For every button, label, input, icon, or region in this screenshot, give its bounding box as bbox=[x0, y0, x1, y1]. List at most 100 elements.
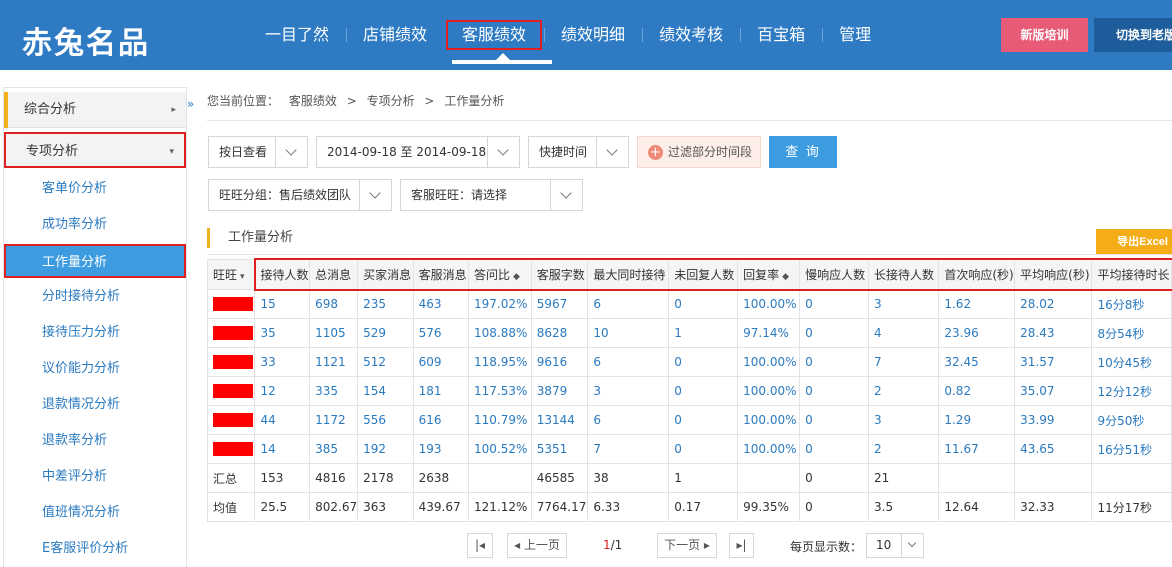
table-cell[interactable]: 7 bbox=[868, 347, 940, 377]
table-cell[interactable]: 118.95% bbox=[468, 347, 532, 377]
next-page-button[interactable]: 下一页 ▸ bbox=[657, 533, 717, 558]
table-cell[interactable]: 100.00% bbox=[737, 289, 801, 319]
group-select[interactable]: 旺旺分组：售后绩效团队 bbox=[208, 179, 392, 211]
table-cell[interactable]: 0 bbox=[799, 318, 870, 348]
table-cell[interactable]: 463 bbox=[412, 289, 470, 319]
nav-performance-review[interactable]: 绩效考核 bbox=[642, 20, 740, 50]
collapse-sidebar-icon[interactable]: » bbox=[187, 97, 194, 111]
table-cell[interactable]: 15 bbox=[254, 289, 311, 319]
table-cell[interactable]: 5351 bbox=[530, 434, 589, 464]
table-cell[interactable]: 32.45 bbox=[938, 347, 1016, 377]
new-training-button[interactable]: 新版培训 bbox=[1001, 18, 1088, 52]
table-cell[interactable]: 43.65 bbox=[1014, 434, 1093, 464]
table-cell[interactable]: 100.00% bbox=[737, 405, 801, 435]
col-header-wangwang[interactable]: 旺旺 ▾ bbox=[206, 259, 256, 290]
sidebar-item-avg-order[interactable]: 客单价分析 bbox=[4, 172, 186, 206]
table-cell[interactable]: 1105 bbox=[309, 318, 359, 348]
sidebar-item-e-service[interactable]: E客服评价分析 bbox=[4, 532, 186, 566]
table-cell[interactable]: 576 bbox=[412, 318, 470, 348]
table-cell[interactable]: 385 bbox=[309, 434, 359, 464]
col-header-agent-msg[interactable]: 客服消息 bbox=[412, 259, 470, 290]
sidebar-item-refund-status[interactable]: 退款情况分析 bbox=[4, 388, 186, 422]
table-cell[interactable]: 0 bbox=[668, 405, 739, 435]
last-page-button[interactable]: ▸| bbox=[729, 533, 754, 558]
sidebar-item-duty[interactable]: 值班情况分析 bbox=[4, 496, 186, 530]
date-range-picker[interactable]: 2014-09-18 至 2014-09-18 bbox=[316, 136, 520, 168]
col-header-reception[interactable]: 接待人数 bbox=[254, 259, 311, 290]
sidebar-item-bargain[interactable]: 议价能力分析 bbox=[4, 352, 186, 386]
table-cell[interactable]: 9616 bbox=[530, 347, 589, 377]
table-cell[interactable]: 181 bbox=[412, 376, 470, 406]
col-header-max-concurrent[interactable]: 最大同时接待 bbox=[587, 259, 670, 290]
table-cell[interactable]: 0 bbox=[799, 347, 870, 377]
col-header-unreplied[interactable]: 未回复人数 bbox=[668, 259, 739, 290]
sidebar-group-special[interactable]: 专项分析 ▾ bbox=[4, 132, 186, 168]
table-cell[interactable]: 335 bbox=[309, 376, 359, 406]
table-cell[interactable]: 12 bbox=[254, 376, 311, 406]
table-cell[interactable]: 0 bbox=[668, 376, 739, 406]
table-cell[interactable]: 556 bbox=[357, 405, 414, 435]
table-cell[interactable]: 6 bbox=[587, 405, 670, 435]
col-header-avg-response[interactable]: 平均响应(秒) bbox=[1014, 259, 1093, 290]
col-header-avg-duration[interactable]: 平均接待时长 bbox=[1091, 259, 1172, 290]
table-cell[interactable]: 35.07 bbox=[1014, 376, 1093, 406]
col-header-first-response[interactable]: 首次响应(秒) bbox=[938, 259, 1016, 290]
view-mode-select[interactable]: 按日查看 bbox=[208, 136, 308, 168]
sidebar-group-overall[interactable]: 综合分析 ▸ bbox=[4, 92, 186, 128]
table-cell[interactable]: 16分51秒 bbox=[1091, 434, 1172, 464]
table-cell[interactable]: 10 bbox=[587, 318, 670, 348]
col-header-total-msg[interactable]: 总消息 bbox=[309, 259, 359, 290]
table-cell[interactable]: 3 bbox=[868, 289, 940, 319]
table-cell[interactable]: 100.00% bbox=[737, 347, 801, 377]
table-cell[interactable]: 616 bbox=[412, 405, 470, 435]
table-cell[interactable]: 108.88% bbox=[468, 318, 532, 348]
prev-page-button[interactable]: ◂ 上一页 bbox=[507, 533, 567, 558]
table-cell[interactable]: 529 bbox=[357, 318, 414, 348]
table-cell[interactable]: 11.67 bbox=[938, 434, 1016, 464]
col-header-long-reception[interactable]: 长接待人数 bbox=[868, 259, 940, 290]
table-cell[interactable]: 100.00% bbox=[737, 376, 801, 406]
table-cell[interactable]: 9分50秒 bbox=[1091, 405, 1172, 435]
table-cell[interactable]: 6 bbox=[587, 347, 670, 377]
table-cell[interactable]: 8分54秒 bbox=[1091, 318, 1172, 348]
table-cell[interactable]: 31.57 bbox=[1014, 347, 1093, 377]
table-cell[interactable]: 698 bbox=[309, 289, 359, 319]
table-cell[interactable]: 609 bbox=[412, 347, 470, 377]
table-cell[interactable]: 14 bbox=[254, 434, 311, 464]
table-cell[interactable]: 13144 bbox=[530, 405, 589, 435]
nav-overview[interactable]: 一目了然 bbox=[248, 20, 346, 50]
table-cell[interactable]: 35 bbox=[254, 318, 311, 348]
sidebar-item-workload[interactable]: 工作量分析 bbox=[4, 244, 186, 278]
table-cell[interactable]: 12分12秒 bbox=[1091, 376, 1172, 406]
table-cell[interactable]: 33 bbox=[254, 347, 311, 377]
table-cell[interactable]: 7 bbox=[587, 434, 670, 464]
sidebar-item-pressure[interactable]: 接待压力分析 bbox=[4, 316, 186, 350]
logo[interactable]: 赤兔名品 bbox=[22, 18, 150, 62]
export-excel-button[interactable]: 导出Excel bbox=[1096, 229, 1172, 255]
table-cell[interactable]: 3 bbox=[868, 405, 940, 435]
table-cell[interactable]: 0 bbox=[799, 434, 870, 464]
query-button[interactable]: 查 询 bbox=[769, 136, 837, 168]
table-cell[interactable]: 2 bbox=[868, 434, 940, 464]
table-cell[interactable]: 5967 bbox=[530, 289, 589, 319]
table-cell[interactable]: 197.02% bbox=[468, 289, 532, 319]
table-cell[interactable]: 28.02 bbox=[1014, 289, 1093, 319]
nav-shop-performance[interactable]: 店铺绩效 bbox=[346, 20, 444, 50]
table-cell[interactable]: 4 bbox=[868, 318, 940, 348]
sidebar-item-refund-rate[interactable]: 退款率分析 bbox=[4, 424, 186, 458]
col-header-buyer-msg[interactable]: 买家消息 bbox=[357, 259, 414, 290]
table-cell[interactable]: 192 bbox=[357, 434, 414, 464]
switch-old-version-button[interactable]: 切换到老版 bbox=[1094, 18, 1172, 52]
table-cell[interactable]: 0 bbox=[668, 347, 739, 377]
page-size-select[interactable]: 10 bbox=[866, 533, 924, 558]
first-page-button[interactable]: |◂ bbox=[467, 533, 493, 558]
table-cell[interactable]: 3879 bbox=[530, 376, 589, 406]
table-cell[interactable]: 117.53% bbox=[468, 376, 532, 406]
sidebar-item-success-rate[interactable]: 成功率分析 bbox=[4, 208, 186, 242]
table-cell[interactable]: 3 bbox=[587, 376, 670, 406]
table-cell[interactable]: 6 bbox=[587, 289, 670, 319]
quick-time-select[interactable]: 快捷时间 bbox=[528, 136, 629, 168]
table-cell[interactable]: 0 bbox=[799, 376, 870, 406]
table-cell[interactable]: 0 bbox=[799, 289, 870, 319]
col-header-slow-response[interactable]: 慢响应人数 bbox=[799, 259, 870, 290]
